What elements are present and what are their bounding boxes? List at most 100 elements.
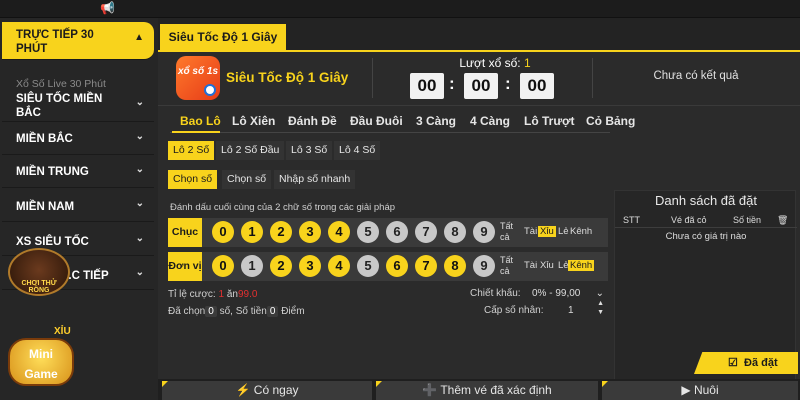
sidebar-item-mien-bac[interactable]: MIỀN BẮC ⌄ (2, 123, 154, 155)
sidebar-item-mien-nam[interactable]: MIỀN NAM ⌄ (2, 190, 154, 222)
subtab-lo-3-so[interactable]: Lô 3 Số (286, 141, 333, 160)
bet-now-label: Có ngay (253, 383, 299, 397)
number-ball[interactable]: 4 (328, 255, 350, 277)
discount-label: Chiết khấu: (470, 288, 521, 299)
filter-option[interactable]: Tài (522, 226, 539, 237)
subtab-lo-4-so[interactable]: Lô 4 Số (334, 141, 381, 160)
number-ball[interactable]: 5 (357, 255, 379, 277)
number-ball[interactable]: 4 (328, 221, 350, 243)
sidebar-item-label: SIÊU TỐC MIỀN BẮC (16, 93, 103, 119)
add-ticket-button[interactable]: ➕ Thêm vé đã xác định (376, 381, 598, 400)
filter-option[interactable]: Kênh (568, 260, 595, 271)
chevron-down-icon: ⌄ (135, 97, 144, 108)
tab-3-cang[interactable]: 3 Càng (416, 114, 456, 128)
instruction-text: Đánh dấu cuối cùng của 2 chữ số trong cá… (170, 202, 396, 213)
number-ball[interactable]: 2 (270, 221, 292, 243)
tab-lo-xien[interactable]: Lô Xiên (232, 114, 275, 128)
number-row-don-vi: Đơn vị 0123456789 Tất cả Tài Xỉu Lẻ Kênh (168, 252, 608, 281)
number-ball[interactable]: 7 (415, 255, 437, 277)
mini-game-label-b: Game (24, 367, 58, 381)
row-label: Chục (168, 218, 202, 247)
multiplier-stepper[interactable]: 1 ▲ ▼ (530, 300, 606, 319)
subtab-lo-2-so[interactable]: Lô 2 Số (168, 141, 215, 160)
sidebar-item-sieu-toc-mien-bac[interactable]: SIÊU TỐC MIỀN BẮC ⌄ (2, 88, 154, 122)
money-value: 0 (266, 306, 279, 317)
number-ball[interactable]: 9 (473, 255, 495, 277)
plus-icon: ➕ (422, 383, 438, 397)
number-ball[interactable]: 0 (212, 255, 234, 277)
number-ball[interactable]: 7 (415, 221, 437, 243)
megaphone-icon[interactable]: 📢 (100, 1, 115, 15)
tab-danh-de[interactable]: Đánh Đề (288, 114, 337, 128)
nuoi-button[interactable]: ▶ Nuôi (602, 381, 798, 400)
number-ball[interactable]: 6 (386, 255, 408, 277)
mini-game-label-a: Mini (29, 347, 53, 361)
number-ball[interactable]: 5 (357, 221, 379, 243)
discount-select[interactable]: 0% - 99,00 ⌄ (532, 286, 606, 301)
placed-button[interactable]: ☑ Đã đặt (694, 352, 798, 374)
draw-number: 1 (523, 56, 531, 70)
stepper-arrows-icon[interactable]: ▲ ▼ (597, 299, 604, 317)
trash-icon[interactable]: 🗑 (777, 215, 788, 226)
nuoi-label: Nuôi (693, 383, 719, 397)
filter-option[interactable]: Xỉu (538, 260, 556, 271)
clock-icon (204, 84, 216, 96)
chevron-down-icon: ⌄ (135, 131, 144, 142)
tab-dau-duoi[interactable]: Đầu Đuôi (350, 114, 403, 128)
number-ball[interactable]: 8 (444, 221, 466, 243)
money-unit: Điểm (281, 306, 305, 317)
draw-label-text: Lượt xổ số: (459, 56, 521, 70)
chevron-down-icon: ⌄ (135, 267, 144, 278)
number-ball[interactable]: 0 (212, 221, 234, 243)
select-all[interactable]: Tất cả (500, 221, 520, 243)
countdown-hours: 00 (410, 73, 444, 99)
number-ball[interactable]: 2 (270, 255, 292, 277)
sidebar-item-truc-tiep-30-phut[interactable]: TRỰC TIẾP 30 PHÚT ▲ (2, 22, 154, 60)
chosen-summary: Đã chọn 0 số, Số tiền 0 Điểm (168, 306, 305, 317)
colon: : (505, 74, 511, 93)
filter-option[interactable]: Xỉu (538, 226, 556, 237)
bet-now-button[interactable]: ⚡ Có ngay (162, 381, 372, 400)
draw-label: Lượt xổ số: 1 (402, 56, 588, 70)
sidebar-item-mien-trung[interactable]: MIỀN TRUNG ⌄ (2, 156, 154, 188)
lightning-icon: ⚡ (235, 383, 251, 397)
chip-label: CHƠI THỬ RỒNG (21, 280, 57, 294)
tab-co-bang[interactable]: Cỏ Bảng (586, 114, 635, 128)
play-icon: ▶ (681, 383, 691, 397)
mini-game-button[interactable]: XỈU Mini Game (6, 326, 76, 388)
number-ball[interactable]: 9 (473, 221, 495, 243)
tab-4-cang[interactable]: 4 Càng (470, 114, 510, 128)
rate-mid: ăn (226, 289, 238, 300)
mode-chon-so[interactable]: Chọn số (168, 170, 218, 189)
checkbox-icon: ☑ (728, 357, 738, 369)
col-ve-da-co: Vé đã cỏ (671, 215, 707, 225)
table-divider (615, 227, 797, 228)
panel-title: Danh sách đã đặt (655, 193, 757, 208)
mini-game-logo: Mini Game (8, 338, 74, 386)
tab-bao-lo[interactable]: Bao Lô (180, 114, 221, 128)
rate-a: 1 (218, 289, 225, 300)
number-ball[interactable]: 8 (444, 255, 466, 277)
select-all[interactable]: Tất cả (500, 255, 520, 277)
choi-thu-rong-badge[interactable]: CHƠI THỬ RỒNG (8, 248, 70, 296)
mode-chon-so-2[interactable]: Chọn số (222, 170, 272, 189)
top-bar: 📢 (0, 0, 800, 18)
number-ball[interactable]: 1 (241, 221, 263, 243)
number-ball[interactable]: 6 (386, 221, 408, 243)
mode-nhap-so-nhanh[interactable]: Nhập số nhanh (274, 170, 356, 189)
col-so-tien: Số tiền (733, 215, 762, 225)
discount-value: 0% - 99,00 (532, 288, 581, 299)
number-ball[interactable]: 1 (241, 255, 263, 277)
divider (372, 58, 373, 98)
number-ball[interactable]: 3 (299, 255, 321, 277)
rate-b: 99.0 (237, 289, 258, 300)
countdown-seconds: 00 (520, 73, 554, 99)
game-name: Siêu Tốc Độ 1 Giây (226, 70, 349, 85)
placed-bets-panel: Danh sách đã đặt STT Vé đã cỏ Số tiền 🗑 … (614, 190, 797, 380)
filter-option[interactable]: Tài (522, 260, 539, 271)
number-ball[interactable]: 3 (299, 221, 321, 243)
filter-option[interactable]: Kênh (568, 226, 594, 237)
game-tab[interactable]: Siêu Tốc Độ 1 Giây (160, 24, 286, 50)
tab-lo-truot[interactable]: Lô Trượt (524, 114, 575, 128)
subtab-lo-2-so-dau[interactable]: Lô 2 Số Đầu (216, 141, 285, 160)
